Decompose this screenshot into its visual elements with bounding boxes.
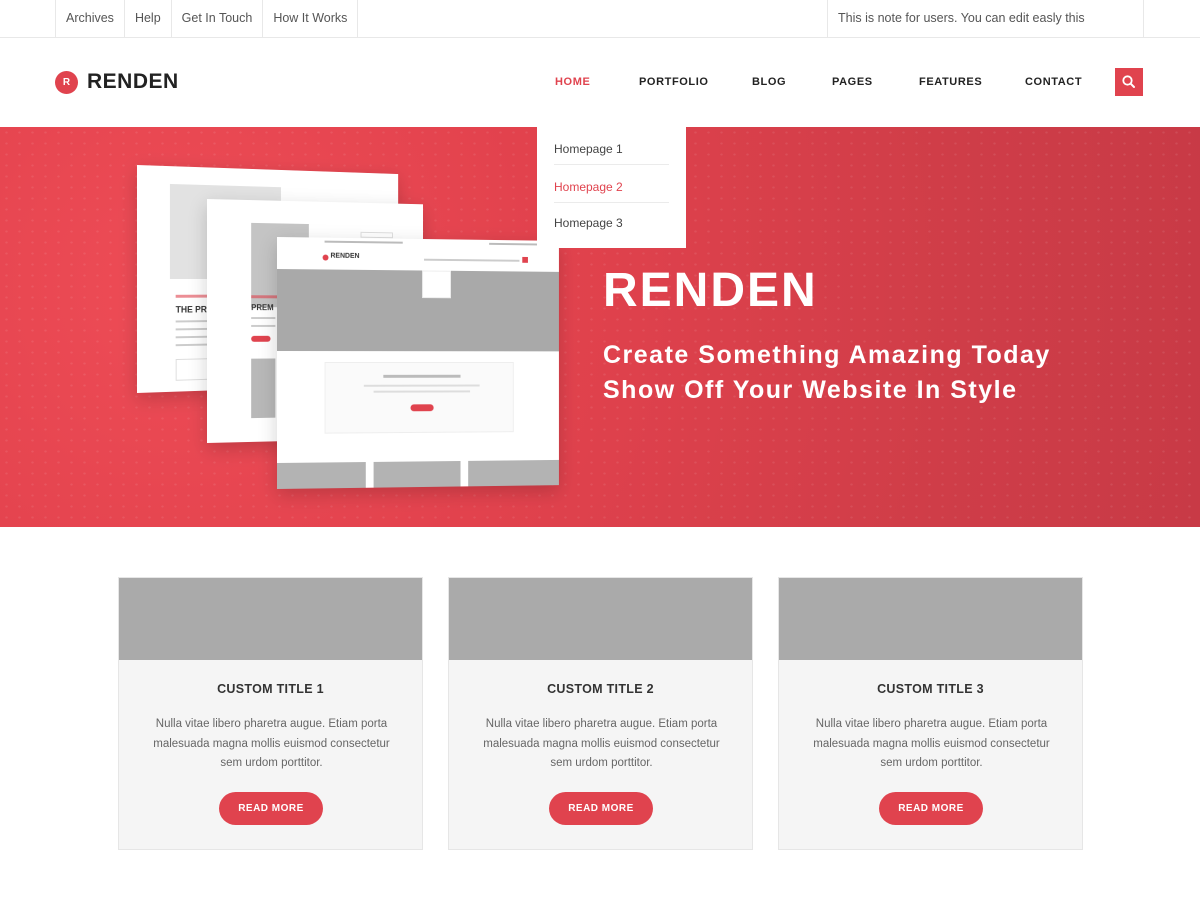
- hero-subtitle-line-2: Show Off Your Website In Style: [603, 376, 1018, 404]
- card-title: CUSTOM TITLE 3: [877, 682, 984, 696]
- logo-icon: R: [55, 70, 78, 94]
- nav-features[interactable]: FEATURES: [919, 76, 982, 92]
- top-link-how-it-works[interactable]: How It Works: [263, 0, 359, 37]
- mockup-logo-text: RENDEN: [330, 252, 360, 260]
- top-note: This is note for users. You can edit eas…: [827, 0, 1144, 61]
- card-image: [449, 578, 752, 660]
- card-text: Nulla vitae libero pharetra augue. Etiam…: [483, 718, 720, 769]
- dropdown-item-homepage-2[interactable]: Homepage 2: [554, 165, 669, 203]
- top-bar: Archives Help Get In Touch How It Works …: [0, 0, 1200, 61]
- top-links: Archives Help Get In Touch How It Works: [55, 0, 359, 37]
- feature-card-1: CUSTOM TITLE 1 Nulla vitae libero pharet…: [118, 577, 423, 850]
- card-text: Nulla vitae libero pharetra augue. Etiam…: [813, 718, 1050, 769]
- feature-card-3: CUSTOM TITLE 3 Nulla vitae libero pharet…: [778, 577, 1083, 850]
- site-header: R RENDEN HOME PORTFOLIO BLOG PAGES FEATU…: [0, 38, 1200, 127]
- logo-text: RENDEN: [87, 70, 179, 93]
- read-more-button[interactable]: READ MORE: [219, 792, 323, 825]
- feature-card-2: CUSTOM TITLE 2 Nulla vitae libero pharet…: [448, 577, 753, 850]
- card-text: Nulla vitae libero pharetra augue. Etiam…: [153, 718, 390, 769]
- mockup-mid-heading: PREM: [251, 303, 274, 313]
- read-more-button[interactable]: READ MORE: [549, 792, 653, 825]
- top-link-help[interactable]: Help: [125, 0, 172, 37]
- home-dropdown-menu: Homepage 1 Homepage 2 Homepage 3: [537, 127, 686, 248]
- top-link-get-in-touch[interactable]: Get In Touch: [172, 0, 264, 37]
- card-image: [119, 578, 422, 660]
- card-title: CUSTOM TITLE 2: [547, 682, 654, 696]
- read-more-button[interactable]: READ MORE: [879, 792, 983, 825]
- hero-subtitle-line-1: Create Something Amazing Today: [603, 341, 1051, 369]
- search-button[interactable]: [1115, 68, 1143, 96]
- dropdown-item-homepage-3[interactable]: Homepage 3: [554, 203, 669, 241]
- nav-pages[interactable]: PAGES: [832, 76, 873, 92]
- dropdown-item-homepage-1[interactable]: Homepage 1: [554, 127, 669, 165]
- nav-blog[interactable]: BLOG: [752, 76, 786, 92]
- hero-title: RENDEN: [603, 264, 818, 317]
- nav-home[interactable]: HOME: [555, 76, 590, 92]
- card-title: CUSTOM TITLE 1: [217, 682, 324, 696]
- logo[interactable]: R RENDEN: [55, 70, 179, 94]
- nav-contact[interactable]: CONTACT: [1025, 76, 1082, 92]
- card-image: [779, 578, 1082, 660]
- nav-portfolio[interactable]: PORTFOLIO: [639, 76, 709, 92]
- top-link-archives[interactable]: Archives: [56, 0, 125, 37]
- mockup-back-heading: THE PR: [175, 304, 207, 315]
- search-icon: [1122, 75, 1135, 88]
- mockup-front: RENDEN: [277, 237, 559, 489]
